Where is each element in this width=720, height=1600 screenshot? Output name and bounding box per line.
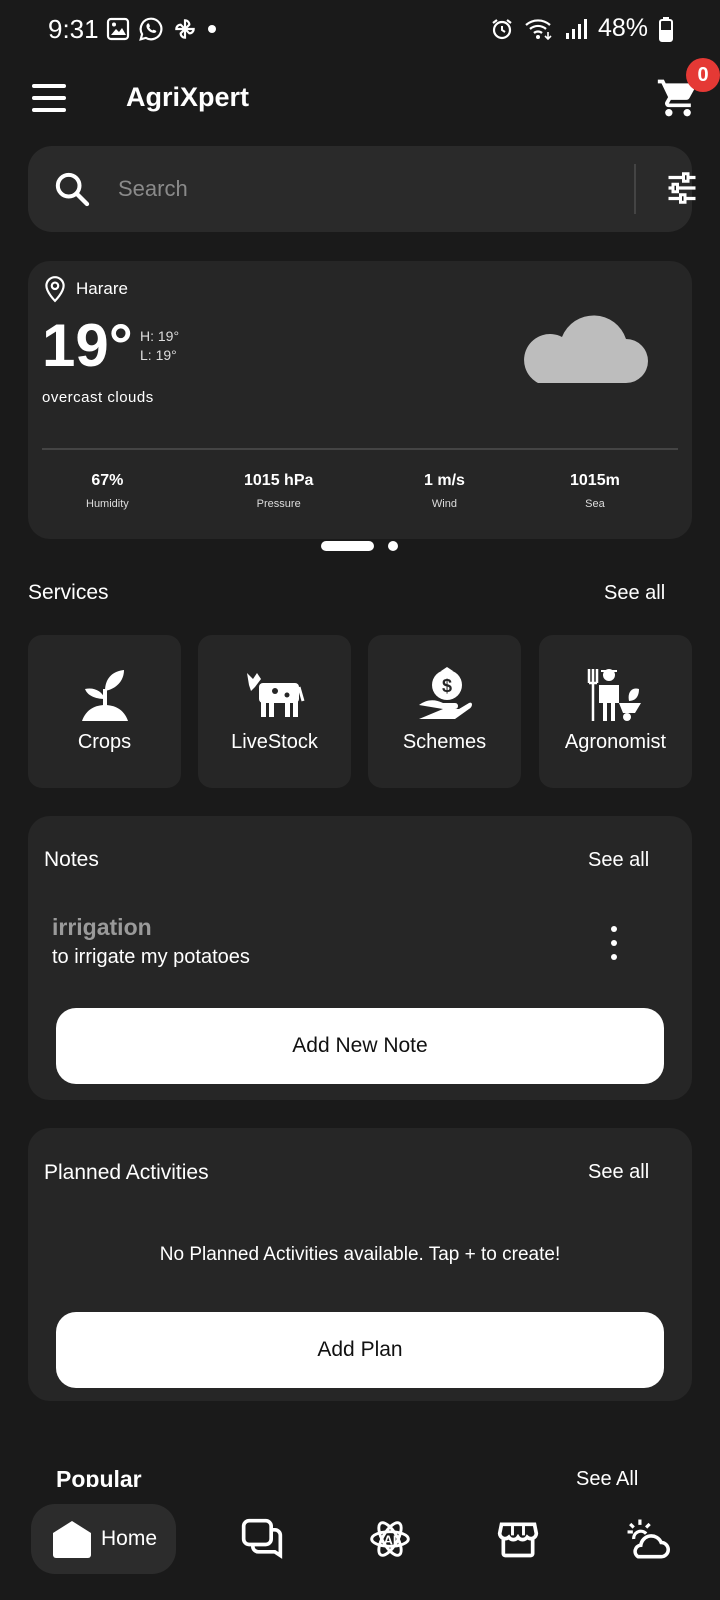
weather-card[interactable]: Harare 19° H: 19° L: 19° overcast clouds…: [28, 261, 692, 539]
carousel-dot-active[interactable]: [321, 541, 374, 551]
location-name: Harare: [76, 279, 128, 298]
humidity-value: 67%: [91, 472, 124, 489]
location-pin-icon: [45, 276, 65, 303]
system-icons: 48%: [490, 14, 674, 43]
nav-chat[interactable]: [240, 1517, 284, 1561]
service-tile-schemes[interactable]: $ Schemes: [368, 635, 521, 788]
sea-stat: 1015m Sea: [570, 472, 620, 510]
cloud-icon: [524, 315, 648, 383]
humidity-stat: 67% Humidity: [86, 472, 129, 510]
planned-activities-card: Planned Activities See all No Planned Ac…: [28, 1128, 692, 1401]
planned-activities-title: Planned Activities: [44, 1161, 209, 1184]
notes-card: Notes See all irrigation to irrigate my …: [28, 816, 692, 1100]
filter-icon[interactable]: [664, 170, 700, 206]
current-temperature: 19°: [42, 312, 133, 379]
pinwheel-icon: [175, 19, 195, 39]
ai-atom-icon: AI: [370, 1521, 410, 1557]
add-plan-button[interactable]: Add Plan: [56, 1312, 664, 1388]
search-input[interactable]: [118, 164, 618, 214]
wifi-icon: [525, 18, 552, 40]
temperature-range: H: 19° L: 19°: [140, 327, 179, 365]
wind-value: 1 m/s: [424, 472, 465, 489]
service-tile-crops[interactable]: Crops: [28, 635, 181, 788]
add-note-button[interactable]: Add New Note: [56, 1008, 664, 1084]
weather-location: Harare: [42, 275, 128, 303]
weather-description: overcast clouds: [42, 389, 154, 406]
nav-weather[interactable]: [624, 1517, 670, 1561]
pressure-value: 1015 hPa: [244, 472, 314, 489]
plant-icon: [81, 670, 128, 721]
service-label: Schemes: [402, 731, 487, 753]
pressure-label: Pressure: [256, 498, 301, 510]
partly-cloudy-icon: [627, 1519, 670, 1559]
sea-label: Sea: [585, 498, 605, 510]
home-icon: [53, 1521, 91, 1558]
carousel-indicator: [0, 540, 720, 552]
svg-text:$: $: [441, 676, 451, 696]
services-title: Services: [28, 581, 109, 604]
service-label: LiveStock: [231, 731, 318, 753]
status-time: 9:31: [48, 14, 99, 44]
search-divider: [634, 164, 636, 214]
planned-empty-message: No Planned Activities available. Tap + t…: [159, 1244, 561, 1265]
note-options-icon[interactable]: [606, 926, 622, 960]
temperature-low: L: 19°: [140, 347, 177, 363]
service-label: Crops: [77, 731, 132, 753]
nav-home[interactable]: Home: [31, 1504, 176, 1574]
svg-text:AI: AI: [384, 1533, 397, 1548]
store-icon: [497, 1522, 539, 1558]
cart-badge: 0: [686, 58, 720, 92]
wind-stat: 1 m/s Wind: [424, 472, 465, 510]
note-body[interactable]: to irrigate my potatoes: [52, 946, 250, 969]
services-see-all-link[interactable]: See all: [604, 582, 665, 605]
kebab-dot: [611, 954, 617, 960]
menu-bar: [32, 96, 66, 100]
search-bar: [28, 146, 696, 232]
app-screen: 9:31 48% AgriXpert 0 Search Harare 19° H…: [0, 0, 720, 1600]
menu-bar: [32, 84, 66, 88]
menu-bar: [32, 108, 66, 112]
nav-home-label: Home: [101, 1527, 158, 1550]
signal-icon: [565, 18, 587, 39]
humidity-label: Humidity: [86, 498, 129, 510]
service-label: Agronomist: [564, 731, 667, 753]
bottom-navigation: Home AI: [0, 1487, 720, 1600]
kebab-dot: [611, 926, 617, 932]
nav-ai[interactable]: AI: [368, 1517, 412, 1561]
search-icon: [55, 172, 90, 207]
notification-icons: [106, 16, 218, 42]
cow-icon: [246, 673, 304, 717]
service-tile-livestock[interactable]: LiveStock: [198, 635, 351, 788]
dot-icon: [208, 25, 216, 33]
carousel-dot[interactable]: [388, 541, 398, 551]
nav-store[interactable]: [496, 1517, 540, 1561]
sea-value: 1015m: [570, 472, 620, 489]
temperature-high: H: 19°: [140, 328, 180, 344]
app-title: AgriXpert: [126, 82, 250, 112]
money-hand-icon: $: [418, 667, 472, 719]
menu-button[interactable]: [32, 84, 66, 112]
notes-title: Notes: [44, 848, 99, 871]
app-bar: AgriXpert 0: [0, 58, 720, 134]
weather-divider: [42, 448, 678, 450]
status-bar: 9:31 48%: [0, 0, 720, 58]
wind-label: Wind: [431, 498, 457, 510]
alarm-icon: [492, 18, 512, 39]
battery-icon: [659, 16, 673, 42]
pressure-stat: 1015 hPa Pressure: [244, 472, 313, 510]
note-title[interactable]: irrigation: [52, 914, 152, 941]
whatsapp-icon: [139, 17, 163, 41]
gallery-icon: [106, 17, 130, 41]
farmer-icon: [587, 669, 641, 721]
service-tile-agronomist[interactable]: Agronomist: [539, 635, 692, 788]
battery-percent: 48%: [597, 14, 648, 42]
chat-icon: [241, 1518, 283, 1559]
planned-see-all-link[interactable]: See all: [588, 1161, 649, 1184]
kebab-dot: [611, 940, 617, 946]
notes-see-all-link[interactable]: See all: [588, 849, 649, 872]
